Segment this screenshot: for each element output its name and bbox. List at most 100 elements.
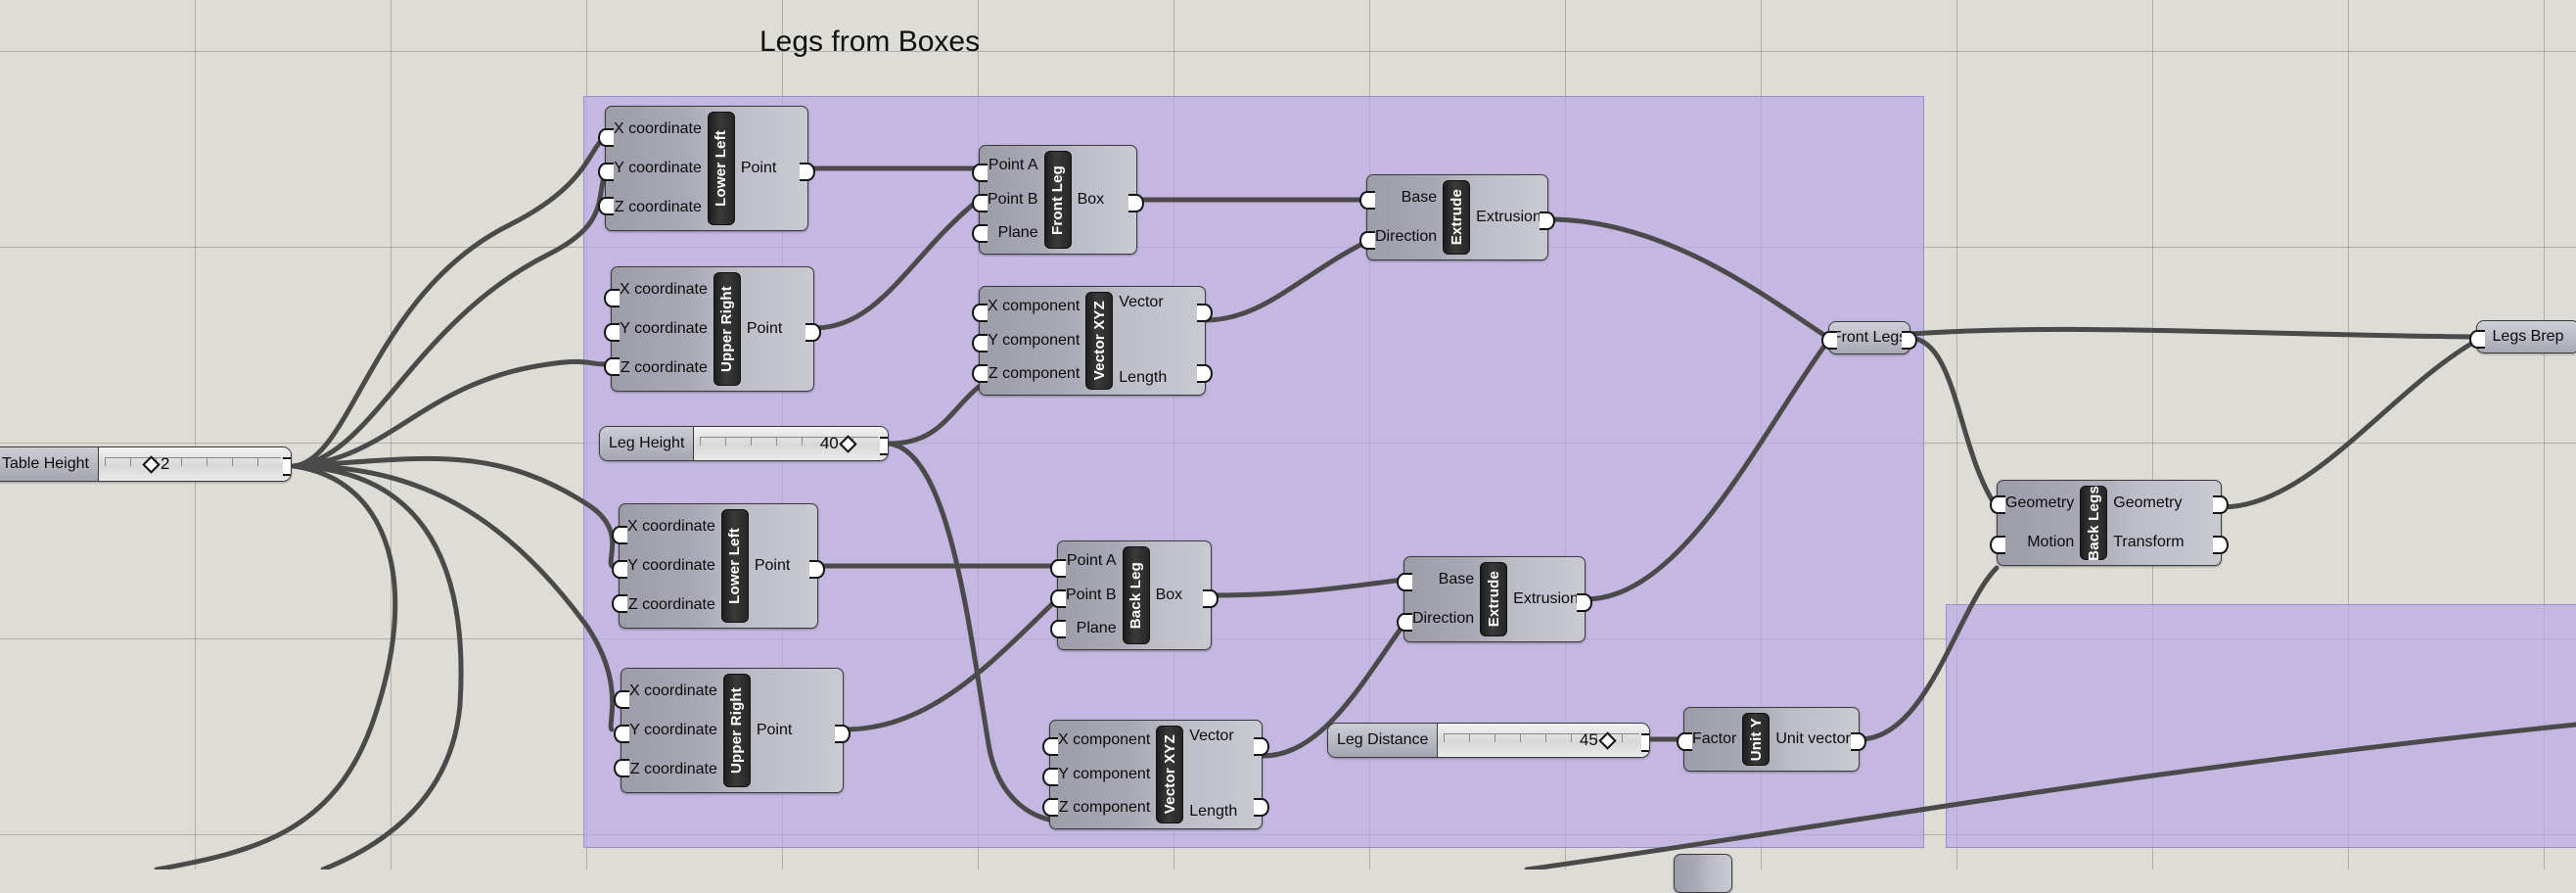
- component-extrude-front[interactable]: Base Direction Extrude Extrusion: [1359, 174, 1555, 260]
- input-port-x[interactable]: [598, 128, 614, 147]
- component-back-legs[interactable]: Geometry Motion Back Legs Geometry Trans…: [1990, 480, 2229, 566]
- input-port-x-component[interactable]: [1042, 737, 1058, 756]
- input-port-y[interactable]: [604, 323, 620, 342]
- output-port-geometry[interactable]: [2213, 495, 2229, 514]
- input-port-z-component[interactable]: [972, 364, 988, 383]
- output-port-box[interactable]: [1203, 589, 1219, 608]
- input-port-point-b[interactable]: [1050, 589, 1066, 608]
- input-port-direction[interactable]: [1397, 613, 1412, 632]
- input-port-z[interactable]: [604, 357, 620, 376]
- input-port-y-component[interactable]: [972, 334, 988, 352]
- output-port-unit-vector[interactable]: [1851, 732, 1866, 751]
- slider-track[interactable]: 40: [694, 427, 888, 460]
- input-label: Point B: [988, 190, 1038, 208]
- input-port-z[interactable]: [614, 759, 629, 777]
- input-port-y[interactable]: [598, 163, 614, 181]
- component-lower-left-top[interactable]: X coordinate Y coordinate Z coordinate L…: [598, 106, 815, 231]
- input-port-y[interactable]: [612, 560, 627, 579]
- input-label: Factor: [1692, 729, 1737, 747]
- output-port-extrusion[interactable]: [1577, 593, 1592, 612]
- input-port-motion[interactable]: [1990, 536, 2005, 554]
- component-name-bar: Upper Right: [722, 674, 751, 787]
- slider-value: 40: [819, 434, 839, 452]
- input-label: Z component: [1058, 799, 1151, 817]
- component-vector-xyz-top[interactable]: X component Y component Z component Vect…: [972, 286, 1213, 396]
- component-name-bar: Back Legs: [2080, 486, 2108, 560]
- component-upper-right-top[interactable]: X coordinate Y coordinate Z coordinate U…: [604, 266, 821, 392]
- input-port-y[interactable]: [614, 725, 629, 743]
- input-port-point-b[interactable]: [972, 194, 988, 212]
- output-port-vector[interactable]: [1254, 737, 1269, 756]
- input-port-factor[interactable]: [1677, 732, 1692, 751]
- slider-handle-diamond[interactable]: [839, 434, 857, 453]
- output-port-extrusion[interactable]: [1540, 212, 1555, 230]
- output-label: Point: [740, 159, 777, 176]
- output-port-vector[interactable]: [1197, 304, 1213, 322]
- output-label: Length: [1189, 803, 1238, 821]
- output-port-point[interactable]: [835, 725, 851, 743]
- input-port-z-component[interactable]: [1042, 798, 1058, 817]
- output-port-length[interactable]: [1197, 364, 1213, 383]
- input-label: X coordinate: [620, 280, 708, 298]
- input-port-x[interactable]: [612, 526, 627, 544]
- input-port-x-component[interactable]: [972, 304, 988, 322]
- input-label: Point A: [1066, 551, 1117, 569]
- output-label: Box: [1155, 586, 1183, 603]
- output-label: Extrusion: [1513, 589, 1579, 607]
- component-name-bar: Front Leg: [1043, 151, 1072, 249]
- param-legs-brep[interactable]: Legs Brep: [2469, 320, 2576, 353]
- component-vector-xyz-bottom[interactable]: X component Y component Z component Vect…: [1042, 720, 1269, 829]
- slider-track[interactable]: 2: [98, 447, 291, 481]
- input-port-x[interactable]: [604, 289, 620, 307]
- component-name-bar: Back Leg: [1122, 546, 1150, 644]
- output-port-transform[interactable]: [2213, 536, 2229, 554]
- param-input-port[interactable]: [1821, 331, 1837, 350]
- input-port-point-a[interactable]: [972, 164, 988, 182]
- param-output-port[interactable]: [1902, 331, 1917, 350]
- input-port-y-component[interactable]: [1042, 768, 1058, 786]
- output-port-box[interactable]: [1128, 194, 1144, 212]
- input-label: Z coordinate: [627, 595, 715, 613]
- output-port-length[interactable]: [1254, 798, 1269, 817]
- node-editor-canvas[interactable]: Legs from Boxes Table Height 2 X coordin…: [0, 0, 2576, 893]
- output-port-point[interactable]: [800, 163, 815, 181]
- output-port-point[interactable]: [805, 323, 821, 342]
- input-label: Z component: [988, 365, 1081, 383]
- slider-output-port[interactable]: [283, 457, 291, 476]
- component-name-bar: Lower Left: [707, 112, 735, 225]
- input-port-direction[interactable]: [1359, 231, 1375, 250]
- param-input-port[interactable]: [2469, 330, 2485, 349]
- slider-table-height[interactable]: Table Height 2: [0, 446, 292, 482]
- input-port-plane[interactable]: [972, 224, 988, 243]
- slider-leg-height[interactable]: Leg Height 40: [599, 426, 889, 461]
- component-upper-right-bottom[interactable]: X coordinate Y coordinate Z coordinate U…: [614, 668, 851, 793]
- component-front-leg[interactable]: Point A Point B Plane Front Leg Box: [972, 145, 1144, 255]
- input-port-plane[interactable]: [1050, 620, 1066, 638]
- input-label: Z coordinate: [614, 198, 702, 215]
- slider-output-port[interactable]: [880, 437, 888, 455]
- output-port-point[interactable]: [809, 560, 825, 579]
- input-port-geometry[interactable]: [1990, 495, 2005, 514]
- component-clipped-bottom[interactable]: [1674, 854, 1732, 893]
- input-label: Y coordinate: [627, 556, 715, 574]
- input-port-z[interactable]: [598, 197, 614, 215]
- group-panel-secondary[interactable]: [1946, 604, 2576, 848]
- output-label: Length: [1119, 369, 1168, 387]
- component-back-leg[interactable]: Point A Point B Plane Back Leg Box: [1050, 540, 1219, 650]
- input-port-z[interactable]: [612, 594, 627, 613]
- input-label: X component: [1058, 730, 1151, 748]
- component-unit-y[interactable]: Factor Unit Y Unit vector: [1677, 707, 1866, 772]
- component-name-bar: Unit Y: [1742, 713, 1771, 766]
- input-port-x[interactable]: [614, 690, 629, 709]
- slider-leg-distance[interactable]: Leg Distance 45: [1327, 723, 1650, 758]
- component-extrude-back[interactable]: Base Direction Extrude Extrusion: [1397, 556, 1592, 642]
- param-front-legs[interactable]: Front Legs: [1821, 321, 1917, 354]
- input-port-base[interactable]: [1359, 191, 1375, 210]
- component-lower-left-bottom[interactable]: X coordinate Y coordinate Z coordinate L…: [612, 503, 825, 629]
- input-port-point-a[interactable]: [1050, 559, 1066, 578]
- slider-track[interactable]: 45: [1438, 724, 1649, 757]
- input-port-base[interactable]: [1397, 573, 1412, 591]
- slider-output-port[interactable]: [1641, 733, 1649, 752]
- slider-handle-diamond[interactable]: [142, 454, 161, 474]
- slider-handle-diamond[interactable]: [1598, 730, 1617, 750]
